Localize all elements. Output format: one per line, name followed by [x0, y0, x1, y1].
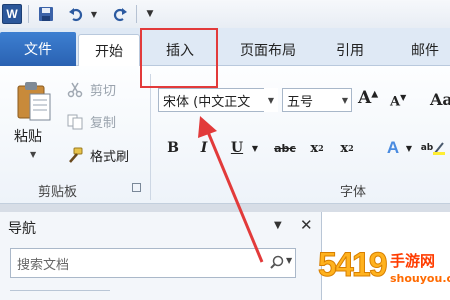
watermark-domain: shouyou.com	[390, 272, 450, 285]
watermark-name: 手游网	[390, 252, 436, 270]
watermark-digits: 5419	[318, 246, 389, 285]
site-watermark-logo: 5419 手游网 shouyou.com	[318, 244, 450, 300]
